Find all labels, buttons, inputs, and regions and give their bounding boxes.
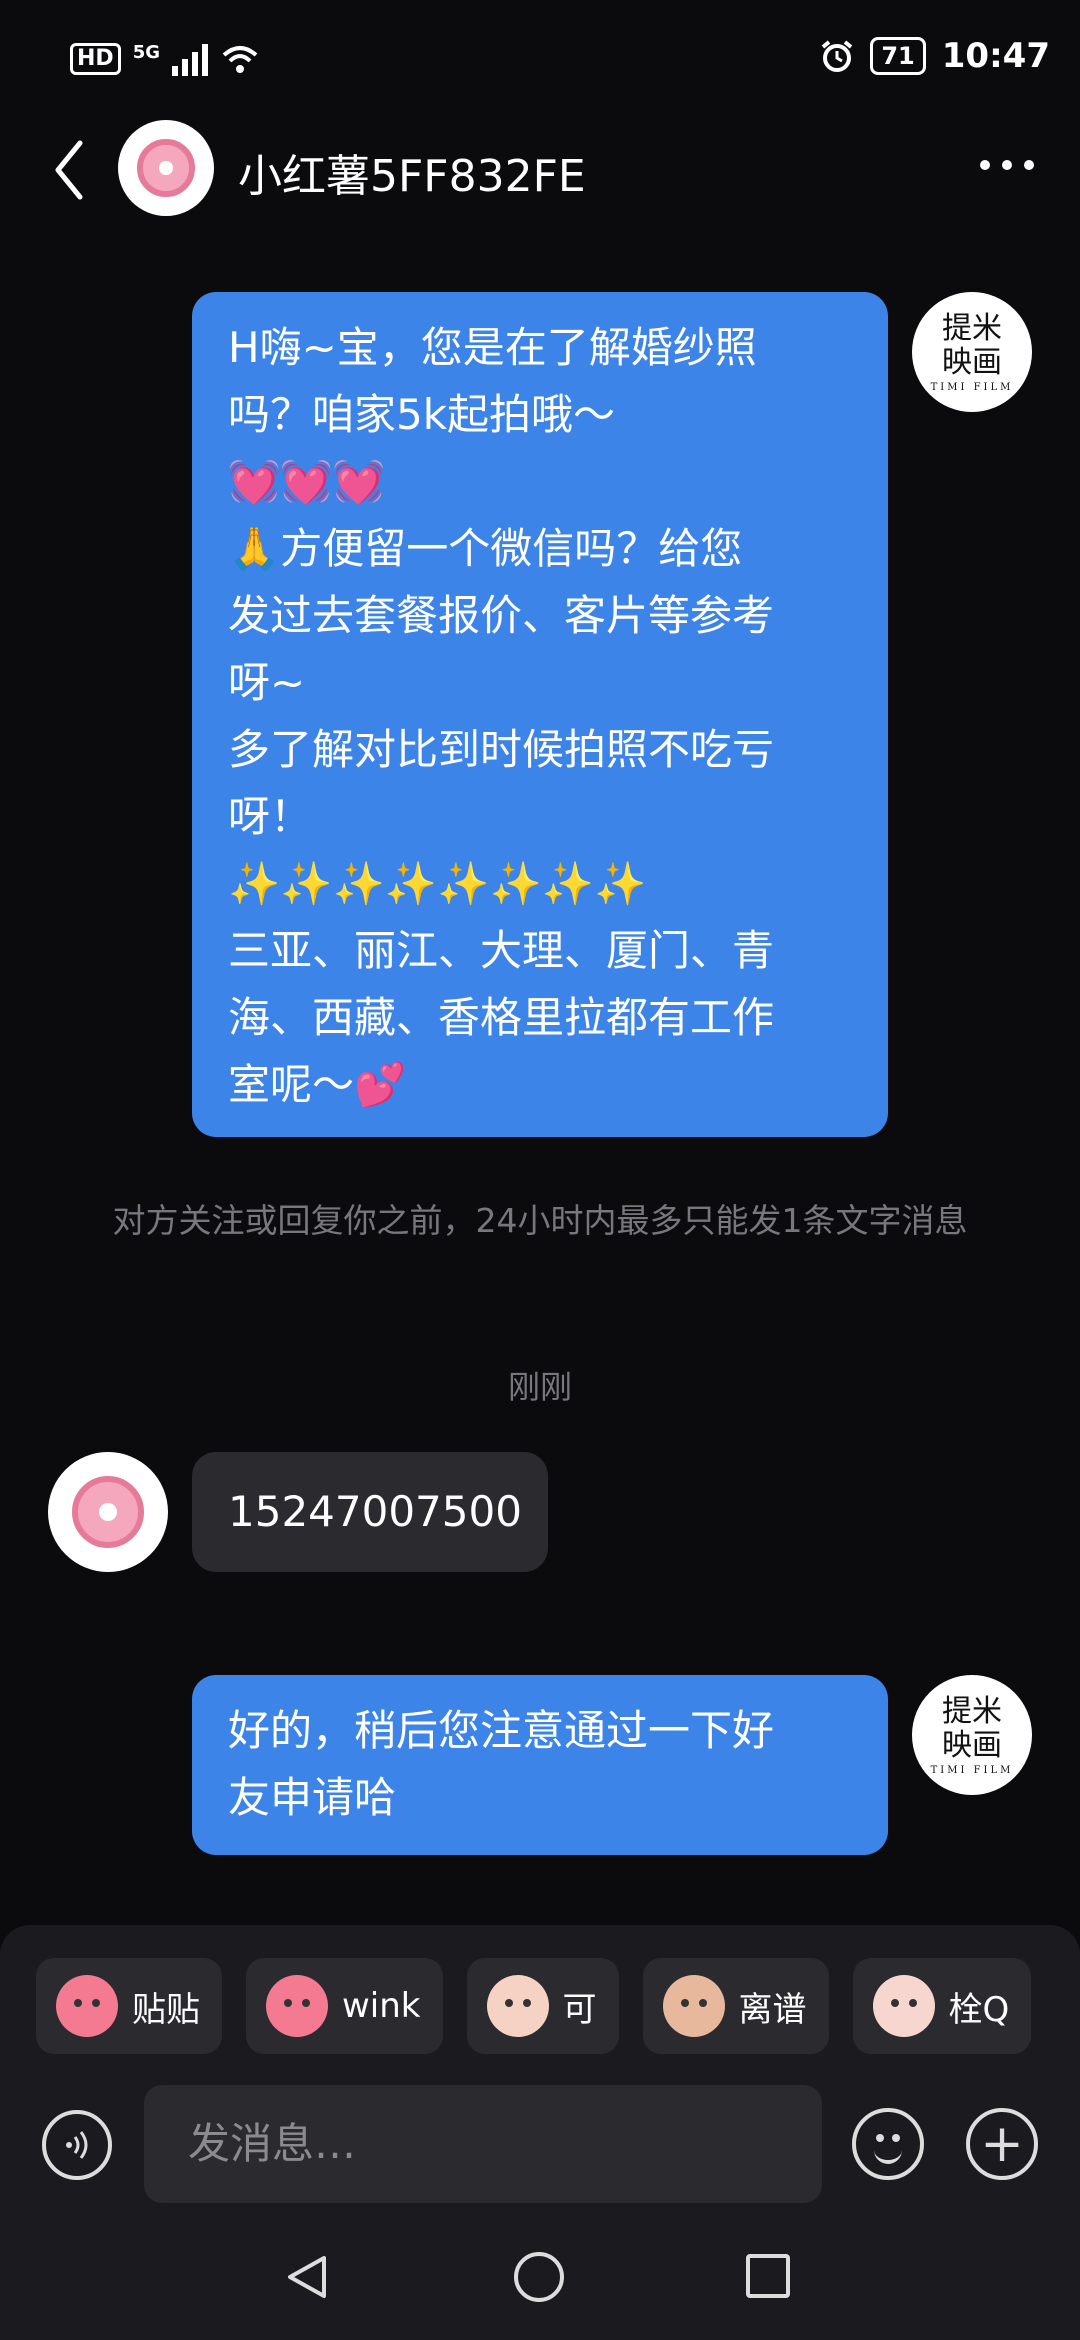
signal-icon: [172, 42, 208, 76]
message-line: 🙏方便留一个微信吗？给您: [228, 524, 743, 573]
message-bubble-outgoing[interactable]: 好的，稍后您注意通过一下好 友申请哈: [192, 1675, 888, 1855]
add-button[interactable]: +: [966, 2108, 1038, 2180]
sticker-face-icon: [56, 1975, 118, 2037]
message-input[interactable]: 发消息…: [144, 2085, 822, 2203]
sticker-face-icon: [486, 1975, 549, 2037]
message-line: 💓💓💓: [228, 457, 385, 506]
message-text: 15247007500: [228, 1487, 522, 1536]
more-options-button[interactable]: [980, 160, 1034, 170]
network-type: 5G: [132, 42, 160, 63]
nav-recents-button[interactable]: [746, 2254, 790, 2298]
nav-back-button[interactable]: [282, 2252, 332, 2302]
back-button[interactable]: [46, 135, 96, 205]
message-line: 发过去套餐报价、客片等参考: [228, 591, 775, 640]
rate-limit-notice: 对方关注或回复你之前，24小时内最多只能发1条文字消息: [112, 1201, 968, 1240]
contact-avatar[interactable]: [118, 120, 214, 216]
my-avatar[interactable]: 提米 映画 TIMI FILM: [912, 292, 1032, 412]
message-line: 吗？咱家5k起拍哦～: [228, 390, 616, 439]
my-avatar[interactable]: 提米 映画 TIMI FILM: [912, 1675, 1032, 1795]
message-line: 呀~: [228, 658, 306, 707]
status-bar: HD 5G 71 10:47: [0, 0, 1080, 120]
sticker-chip[interactable]: 贴贴: [36, 1958, 222, 2054]
message-line: 多了解对比到时候拍照不吃亏: [228, 725, 775, 774]
message-line: 呀！: [228, 792, 313, 841]
clock: 10:47: [941, 36, 1050, 76]
message-bubble-outgoing[interactable]: H嗨~宝，您是在了解婚纱照 吗？咱家5k起拍哦～ 💓💓💓 🙏方便留一个微信吗？给…: [192, 292, 888, 1137]
message-line: ✨✨✨✨✨✨✨✨: [228, 859, 647, 908]
message-bubble-incoming[interactable]: 15247007500: [192, 1452, 548, 1572]
message-line: H嗨~宝，您是在了解婚纱照: [228, 323, 757, 372]
message-line: 海、西藏、香格里拉都有工作: [228, 993, 775, 1042]
message-line: 友申请哈: [228, 1773, 397, 1822]
voice-input-button[interactable]: [42, 2110, 112, 2180]
voice-icon: [66, 2131, 88, 2159]
donut-icon: [72, 1476, 144, 1548]
donut-icon: [137, 139, 195, 197]
emoji-button[interactable]: [852, 2108, 924, 2180]
sticker-face-icon: [872, 1975, 935, 2037]
sticker-chip[interactable]: 栓Q: [852, 1958, 1032, 2054]
wifi-icon: [222, 46, 258, 73]
nav-home-button[interactable]: [514, 2252, 564, 2302]
sticker-chip[interactable]: 可: [466, 1958, 619, 2054]
battery-indicator: 71: [870, 37, 926, 75]
timestamp: 刚刚: [507, 1368, 572, 1406]
sticker-face-icon: [662, 1975, 725, 2037]
contact-avatar[interactable]: [48, 1452, 168, 1572]
message-line: 好的，稍后您注意通过一下好: [228, 1706, 775, 1755]
page-title: 小红薯5FF832FE: [238, 151, 586, 202]
message-line: 室呢～💕: [228, 1060, 407, 1109]
sticker-chip[interactable]: wink: [246, 1958, 443, 2054]
message-line: 三亚、丽江、大理、厦门、青: [228, 926, 775, 975]
alarm-icon: [822, 40, 853, 72]
sticker-face-icon: [266, 1975, 328, 2037]
sticker-bar: 贴贴 wink 可 离谱 栓Q: [36, 1958, 1032, 2054]
sticker-chip[interactable]: 离谱: [642, 1958, 829, 2054]
hd-indicator: HD: [70, 43, 121, 75]
